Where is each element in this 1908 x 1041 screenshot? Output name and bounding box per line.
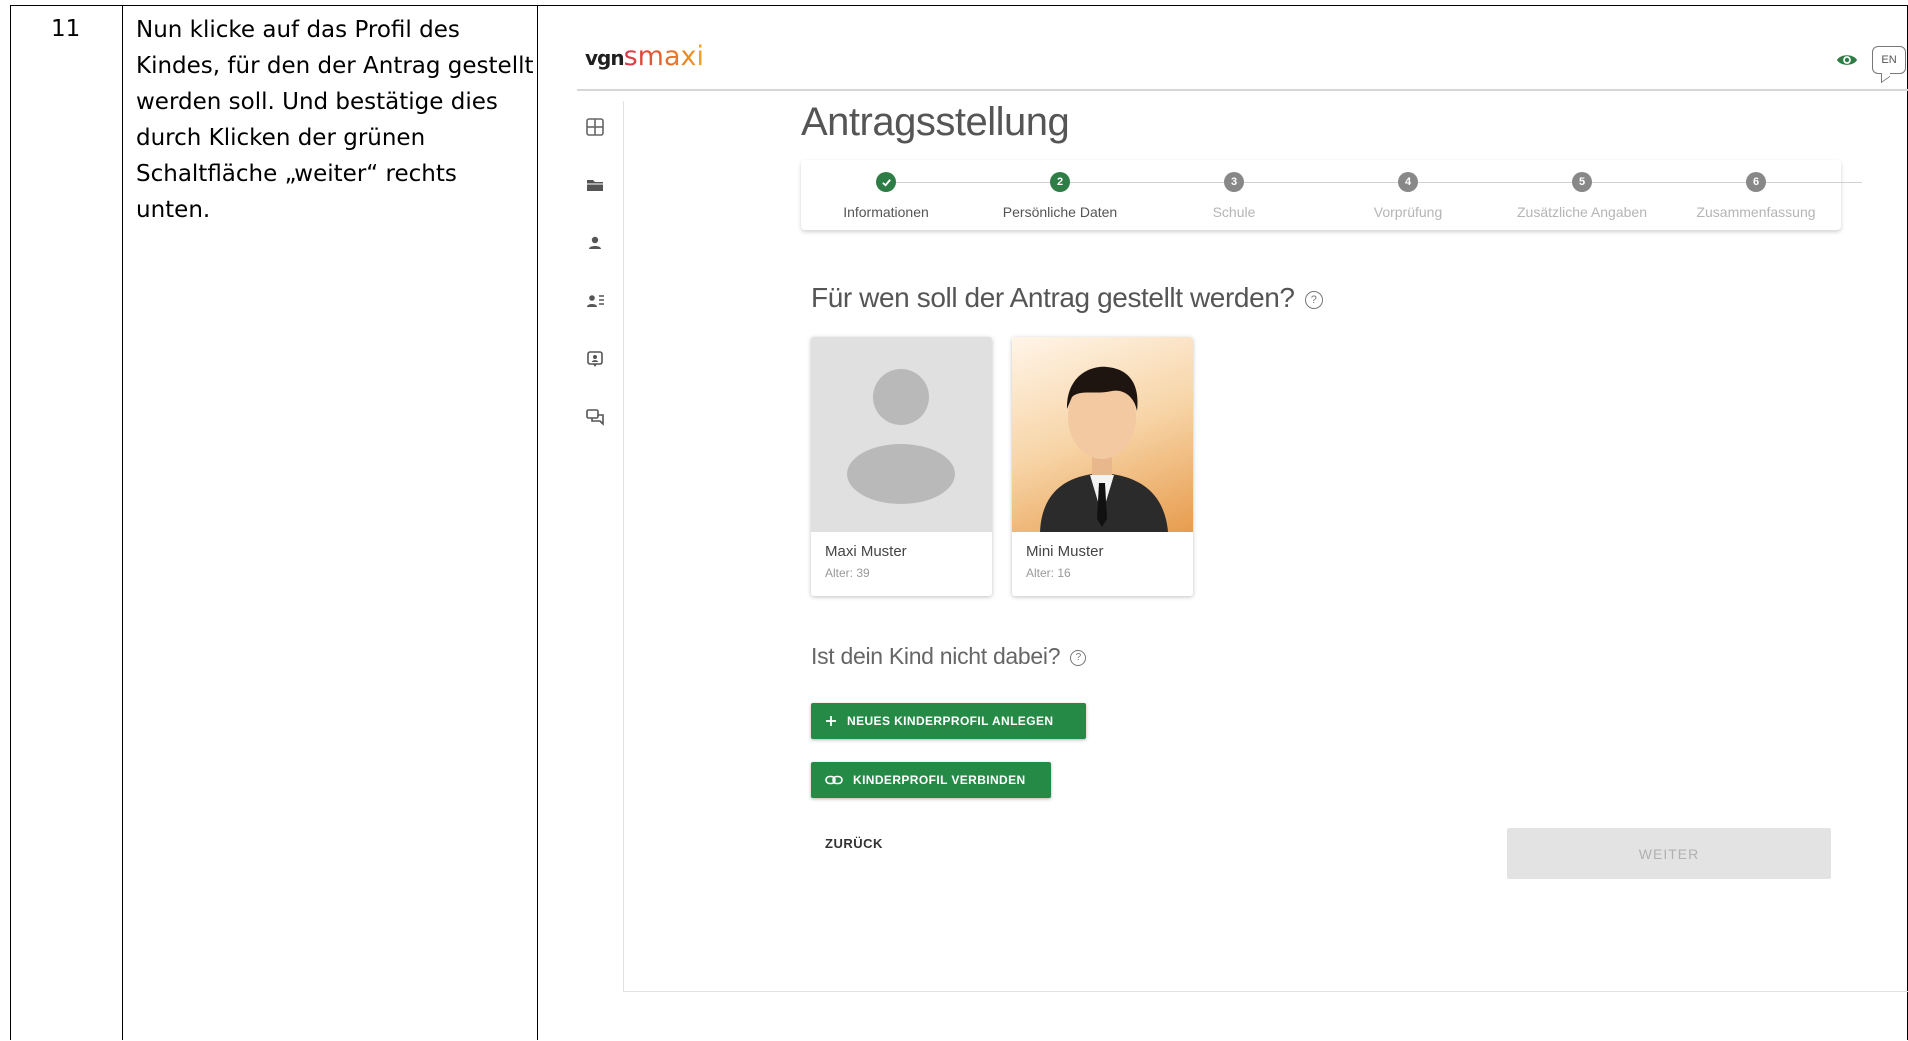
step-schule[interactable]: 3 Schule bbox=[1149, 172, 1319, 220]
button-label: KINDERPROFIL VERBINDEN bbox=[853, 773, 1026, 787]
profile-card-maxi[interactable]: Maxi Muster Alter: 39 bbox=[811, 337, 992, 596]
logo-smaxi: smaxi bbox=[623, 41, 704, 72]
missing-child-question: Ist dein Kind nicht dabei?? bbox=[811, 643, 1087, 670]
step-persoenliche-daten[interactable]: 2 Persönliche Daten bbox=[975, 172, 1145, 220]
step-informationen[interactable]: Informationen bbox=[801, 172, 971, 220]
profile-name: Maxi Muster bbox=[825, 543, 907, 560]
instruction-table: 11 Nun klicke auf das Profil des Kindes,… bbox=[10, 5, 1908, 1040]
check-icon bbox=[876, 172, 896, 192]
profile-age: Alter: 39 bbox=[825, 566, 870, 580]
link-child-profile-button[interactable]: KINDERPROFIL VERBINDEN bbox=[811, 762, 1051, 798]
progress-stepper: Informationen 2 Persönliche Daten 3 Schu… bbox=[801, 160, 1862, 230]
help-icon[interactable]: ? bbox=[1070, 649, 1087, 666]
profile-name: Mini Muster bbox=[1026, 543, 1104, 560]
question-heading: Für wen soll der Antrag gestellt werden?… bbox=[811, 282, 1323, 314]
step-label: Informationen bbox=[843, 204, 929, 220]
logo-vgn: vgn bbox=[585, 46, 625, 70]
eye-icon[interactable] bbox=[1836, 49, 1858, 71]
chat-icon[interactable] bbox=[584, 406, 606, 428]
step-number-badge: 2 bbox=[1050, 172, 1070, 192]
new-child-profile-button[interactable]: NEUES KINDERPROFIL ANLEGEN bbox=[811, 703, 1086, 739]
step-label: Zusammenfassung bbox=[1696, 204, 1816, 220]
back-button[interactable]: ZURÜCK bbox=[825, 836, 883, 851]
header-actions: EN bbox=[1836, 42, 1908, 78]
step-number-badge: 3 bbox=[1224, 172, 1244, 192]
person-icon[interactable] bbox=[584, 232, 606, 254]
plus-icon bbox=[825, 715, 837, 727]
step-number: 11 bbox=[51, 16, 81, 42]
app-screenshot: vgnsmaxi EN Antragsstellung Informatione… bbox=[549, 6, 1908, 1041]
step-zusammenfassung[interactable]: 6 Zusammenfassung bbox=[1671, 172, 1841, 220]
page-title: Antragsstellung bbox=[801, 100, 1070, 144]
button-label: NEUES KINDERPROFIL ANLEGEN bbox=[847, 714, 1054, 728]
sidebar bbox=[584, 116, 606, 428]
link-icon bbox=[825, 775, 843, 785]
question-text: Ist dein Kind nicht dabei? bbox=[811, 643, 1061, 669]
instruction-text: Nun klicke auf das Profil des Kindes, fü… bbox=[136, 17, 534, 223]
id-card-icon[interactable] bbox=[584, 348, 606, 370]
help-icon[interactable]: ? bbox=[1304, 290, 1323, 309]
step-number-badge: 4 bbox=[1398, 172, 1418, 192]
step-label: Persönliche Daten bbox=[1002, 204, 1118, 220]
person-list-icon[interactable] bbox=[584, 290, 606, 312]
avatar-placeholder-icon bbox=[811, 337, 992, 532]
avatar bbox=[1012, 337, 1193, 532]
table-column-divider bbox=[122, 6, 123, 1040]
step-label: Zusätzliche Angaben bbox=[1517, 204, 1647, 220]
step-zusaetzliche-angaben[interactable]: 5 Zusätzliche Angaben bbox=[1497, 172, 1667, 220]
dashboard-icon[interactable] bbox=[584, 116, 606, 138]
folder-icon[interactable] bbox=[584, 174, 606, 196]
next-button[interactable]: WEITER bbox=[1507, 828, 1831, 879]
step-label: Schule bbox=[1212, 204, 1256, 220]
step-label: Vorprüfung bbox=[1373, 204, 1443, 220]
profile-age: Alter: 16 bbox=[1026, 566, 1071, 580]
stepper-connector bbox=[887, 182, 1862, 183]
language-switch[interactable]: EN bbox=[1872, 46, 1906, 74]
step-number-badge: 6 bbox=[1746, 172, 1766, 192]
profile-card-mini[interactable]: Mini Muster Alter: 16 bbox=[1012, 337, 1193, 596]
header-divider bbox=[577, 89, 1908, 91]
question-text: Für wen soll der Antrag gestellt werden? bbox=[811, 282, 1295, 313]
table-column-divider bbox=[537, 6, 538, 1040]
step-number-badge: 5 bbox=[1572, 172, 1592, 192]
app-logo[interactable]: vgnsmaxi bbox=[585, 39, 704, 75]
step-vorpruefung[interactable]: 4 Vorprüfung bbox=[1323, 172, 1493, 220]
